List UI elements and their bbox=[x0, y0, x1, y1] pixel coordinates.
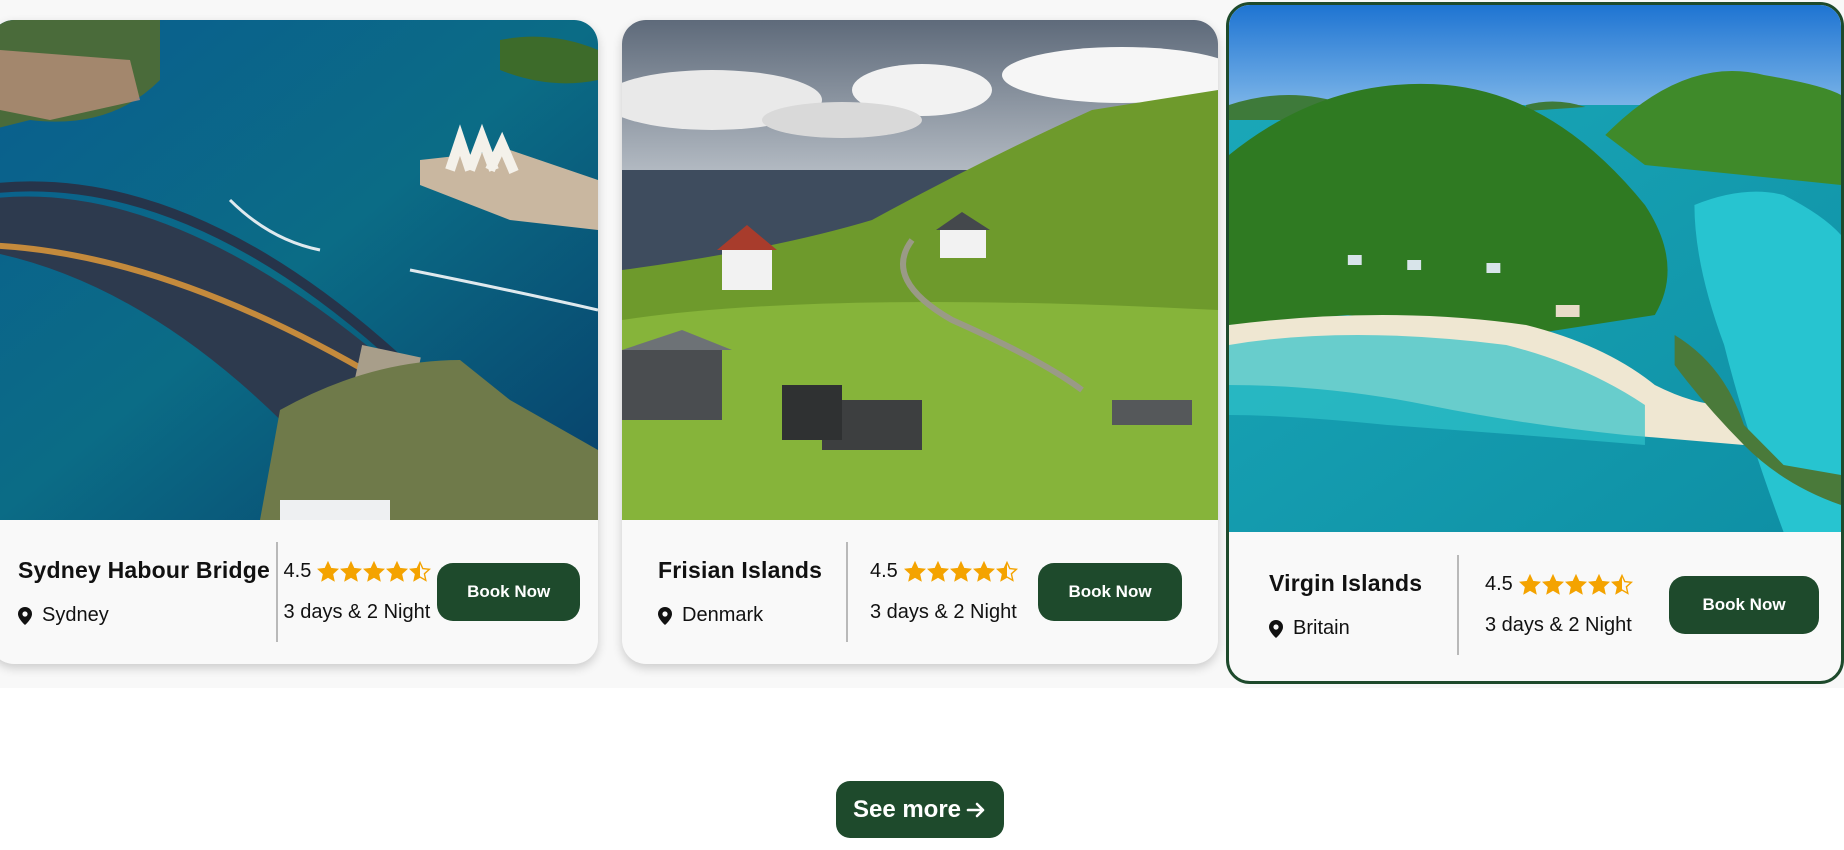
book-now-button[interactable]: Book Now bbox=[437, 563, 580, 621]
place-name: Virgin Islands bbox=[1269, 570, 1423, 596]
card-info: Sydney Habour Bridge Sydney 4.5 3 days &… bbox=[0, 520, 598, 664]
virgin-islands-photo bbox=[1229, 5, 1841, 532]
rating: 4.5 bbox=[284, 560, 432, 583]
book-now-button[interactable]: Book Now bbox=[1669, 576, 1819, 634]
location-pin-icon bbox=[658, 606, 672, 625]
tour-card-sydney[interactable]: Sydney Habour Bridge Sydney 4.5 3 days &… bbox=[0, 20, 598, 664]
trip-duration: 3 days & 2 Night bbox=[870, 601, 1017, 623]
sydney-harbour-photo bbox=[0, 20, 598, 520]
location: Sydney bbox=[18, 604, 276, 627]
star-rating bbox=[903, 560, 1018, 583]
location: Britain bbox=[1269, 617, 1457, 640]
rating-value: 4.5 bbox=[1485, 573, 1513, 595]
location-label: Denmark bbox=[682, 604, 764, 626]
star-full-icon bbox=[1541, 573, 1564, 595]
rating-value: 4.5 bbox=[870, 560, 898, 582]
star-full-icon bbox=[340, 560, 363, 582]
rating: 4.5 bbox=[870, 560, 1018, 583]
frisian-islands-photo bbox=[622, 20, 1218, 520]
card-info: Frisian Islands Denmark 4.5 3 days & 2 N… bbox=[622, 520, 1218, 664]
star-full-icon bbox=[363, 560, 386, 582]
star-full-icon bbox=[1587, 573, 1610, 595]
arrow-right-icon bbox=[966, 802, 985, 817]
trip-duration: 3 days & 2 Night bbox=[1485, 614, 1632, 636]
location-pin-icon bbox=[18, 606, 32, 625]
star-full-icon bbox=[926, 560, 949, 582]
star-half-icon bbox=[409, 560, 432, 582]
location-label: Britain bbox=[1293, 617, 1350, 639]
location: Denmark bbox=[658, 604, 846, 627]
star-full-icon bbox=[386, 560, 409, 582]
location-pin-icon bbox=[1269, 619, 1283, 638]
star-full-icon bbox=[903, 560, 926, 582]
see-more-button[interactable]: See more bbox=[836, 781, 1004, 838]
place-name: Sydney Habour Bridge bbox=[18, 557, 270, 583]
star-rating bbox=[1518, 573, 1633, 596]
star-full-icon bbox=[949, 560, 972, 582]
star-half-icon bbox=[1610, 573, 1633, 595]
star-full-icon bbox=[1564, 573, 1587, 595]
star-half-icon bbox=[995, 560, 1018, 582]
star-full-icon bbox=[972, 560, 995, 582]
tour-cards-section: Sydney Habour Bridge Sydney 4.5 3 days &… bbox=[0, 0, 1844, 850]
star-full-icon bbox=[1518, 573, 1541, 595]
book-now-button[interactable]: Book Now bbox=[1038, 563, 1182, 621]
tour-card-virgin-islands[interactable]: Virgin Islands Britain 4.5 3 days & 2 Ni… bbox=[1226, 2, 1844, 684]
card-info: Virgin Islands Britain 4.5 3 days & 2 Ni… bbox=[1229, 529, 1841, 681]
star-rating bbox=[317, 560, 432, 583]
rating: 4.5 bbox=[1485, 573, 1633, 596]
see-more-label: See more bbox=[852, 795, 962, 823]
place-name: Frisian Islands bbox=[658, 557, 823, 583]
rating-value: 4.5 bbox=[283, 560, 312, 582]
tour-card-frisian-islands[interactable]: Frisian Islands Denmark 4.5 3 days & 2 N… bbox=[622, 20, 1218, 664]
location-label: Sydney bbox=[42, 604, 109, 626]
trip-duration: 3 days & 2 Night bbox=[283, 601, 431, 623]
star-full-icon bbox=[317, 560, 340, 582]
